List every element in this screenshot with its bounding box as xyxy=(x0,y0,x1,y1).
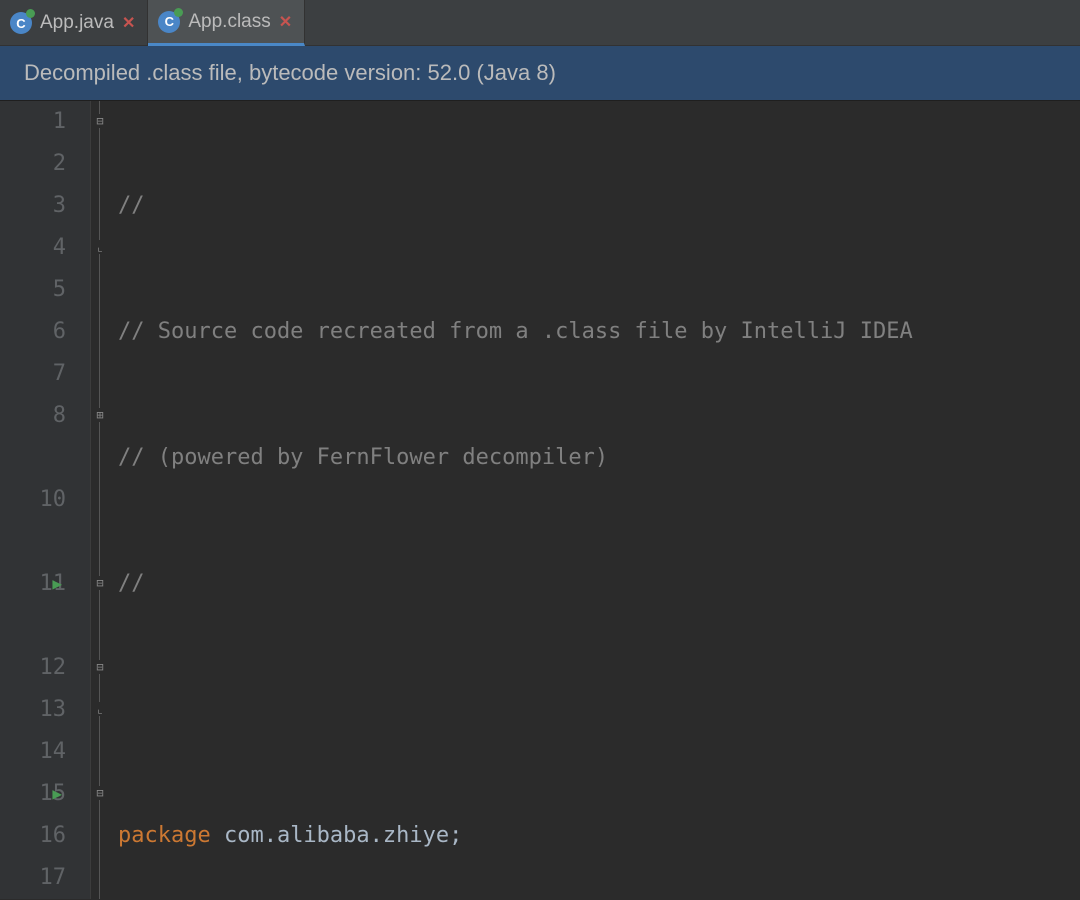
line-number xyxy=(0,605,66,647)
decompiled-banner: Decompiled .class file, bytecode version… xyxy=(0,46,1080,101)
fold-toggle-icon[interactable]: ⊟ xyxy=(93,114,107,128)
fold-column: ⊟ ⌞ ⊞ ⊟ ⊟ ⌞ ⊟ ⌞ xyxy=(90,101,114,899)
line-number: 2 xyxy=(0,143,66,185)
line-number: 4 xyxy=(0,227,66,269)
code-line: // (powered by FernFlower decompiler) xyxy=(118,437,1080,479)
tab-app-java[interactable]: C App.java ✕ xyxy=(0,0,148,46)
editor-tabbar: C App.java ✕ C App.class ✕ xyxy=(0,0,1080,46)
java-class-icon: C xyxy=(158,11,180,33)
tab-label: App.class xyxy=(188,11,270,33)
line-number: 15▶ xyxy=(0,773,66,815)
line-number: 12 xyxy=(0,647,66,689)
fold-end-icon[interactable]: ⌞ xyxy=(93,240,107,254)
line-number: 11▶ xyxy=(0,563,66,605)
fold-toggle-icon[interactable]: ⊟ xyxy=(93,660,107,674)
fold-toggle-icon[interactable]: ⊟ xyxy=(93,576,107,590)
fold-expand-icon[interactable]: ⊞ xyxy=(93,408,107,422)
fold-end-icon[interactable]: ⌞ xyxy=(93,702,107,716)
close-icon[interactable]: ✕ xyxy=(279,12,292,32)
close-icon[interactable]: ✕ xyxy=(122,13,135,33)
run-gutter-icon[interactable]: ▶ xyxy=(52,773,62,815)
line-number: 16 xyxy=(0,815,66,857)
line-number: 14 xyxy=(0,731,66,773)
code-line: // Source code recreated from a .class f… xyxy=(118,311,1080,353)
line-number: 6 xyxy=(0,311,66,353)
line-number: 3 xyxy=(0,185,66,227)
tab-label: App.java xyxy=(40,12,114,34)
line-number xyxy=(0,437,66,479)
line-number: 10 xyxy=(0,479,66,521)
tab-app-class[interactable]: C App.class ✕ xyxy=(148,0,305,46)
line-number: 5 xyxy=(0,269,66,311)
line-number: 13 xyxy=(0,689,66,731)
code-line xyxy=(118,689,1080,731)
line-number: 8 xyxy=(0,395,66,437)
line-number: 1 xyxy=(0,101,66,143)
line-number xyxy=(0,521,66,563)
code-line: package com.alibaba.zhiye; xyxy=(118,815,1080,857)
code-line: // xyxy=(118,185,1080,227)
line-number: 17 xyxy=(0,857,66,899)
code-line: // xyxy=(118,563,1080,605)
code-area[interactable]: // // Source code recreated from a .clas… xyxy=(114,101,1080,899)
line-number-gutter: 1 2 3 4 5 6 7 8 10 11▶ 12 13 14 15▶ 16 1… xyxy=(0,101,90,899)
java-class-icon: C xyxy=(10,12,32,34)
code-editor[interactable]: 1 2 3 4 5 6 7 8 10 11▶ 12 13 14 15▶ 16 1… xyxy=(0,101,1080,899)
line-number: 7 xyxy=(0,353,66,395)
run-gutter-icon[interactable]: ▶ xyxy=(52,563,62,605)
fold-toggle-icon[interactable]: ⊟ xyxy=(93,786,107,800)
